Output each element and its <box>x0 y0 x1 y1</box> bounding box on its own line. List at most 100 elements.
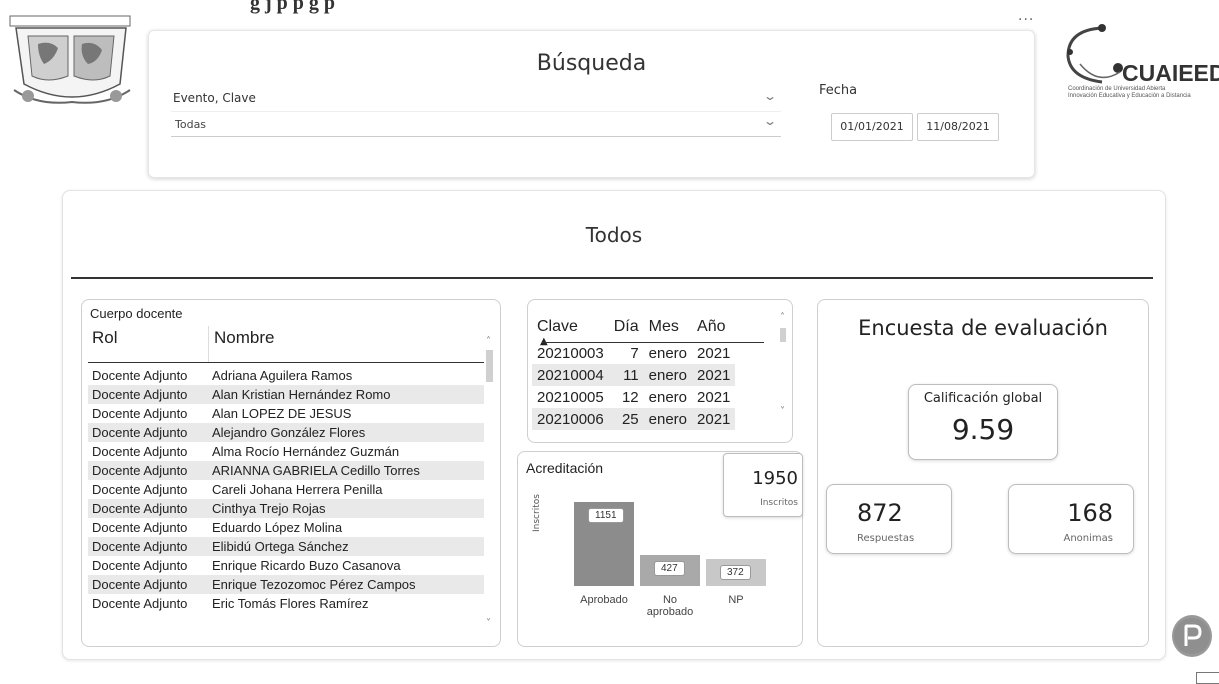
table-row[interactable]: Docente Adjunto Elibidú Ortega Sánchez <box>88 537 484 556</box>
more-options-icon[interactable]: ··· <box>1018 12 1034 28</box>
clave-col-header[interactable]: Día <box>608 312 644 342</box>
clave-header-rule <box>542 342 764 343</box>
col-rol[interactable]: Rol <box>92 328 118 348</box>
clave-cell: 12 <box>621 388 639 406</box>
docentes-table: Docente Adjunto Adriana Aguilera Ramos Doc… <box>88 366 484 613</box>
search-title: Búsqueda <box>536 51 647 76</box>
inscritos-box: 1950 Inscritos <box>723 453 803 517</box>
table-row[interactable]: Docente Adjunto Eduardo López Molina <box>88 518 484 537</box>
cell-rol: Docente Adjunto <box>88 575 208 594</box>
clave-cell: 20210006 <box>532 408 609 430</box>
clave-cell: 2021 <box>697 344 731 362</box>
y-axis-label: Inscritos <box>532 494 542 532</box>
corner-control[interactable] <box>1196 672 1219 684</box>
logo-line1: Coordinación de Universidad Abierta <box>1068 86 1166 92</box>
table-row[interactable]: Docente Adjunto Alan LOPEZ DE JESUS <box>88 404 484 423</box>
main-title: Todos <box>585 223 643 247</box>
encuesta-title: Encuesta de evaluación <box>858 316 1108 340</box>
clave-col-header[interactable]: Mes <box>643 312 693 342</box>
clave-cell: 20210005 <box>537 388 604 406</box>
table-row[interactable]: Docente Adjunto Alejandro González Flores <box>88 423 484 442</box>
fecha-label: Fecha <box>819 83 858 98</box>
cell-nombre: Enrique Tezozomoc Pérez Campos <box>208 575 484 594</box>
clave-cell: 7 <box>630 344 639 362</box>
cell-nombre: ARIANNA GABRIELA Cedillo Torres <box>208 461 484 480</box>
encuesta-card: Encuesta de evaluación Calificación glob… <box>817 299 1149 647</box>
cell-nombre: Adriana Aguilera Ramos <box>212 368 353 383</box>
scrollbar-thumb[interactable] <box>486 350 493 382</box>
table-row[interactable]: Docente Adjunto Alan Kristian Hernández R… <box>88 385 484 404</box>
x-tick-label: No aprobado <box>646 594 694 618</box>
scroll-up-icon[interactable]: ˄ <box>486 336 491 347</box>
clave-table-wrap: Clave Día Mes Año 20210003 7 enero 2021 2021000… <box>532 312 736 430</box>
table-row[interactable]: Docente Adjunto Alma Rocío Hernández Guzm… <box>88 442 484 461</box>
scroll-up-icon[interactable]: ˄ <box>780 312 785 323</box>
calificacion-value: 9.59 <box>951 413 1015 446</box>
acreditacion-title: Acreditación <box>526 460 604 476</box>
clave-col-header[interactable]: Año <box>692 312 736 342</box>
cell-nombre: Elibidú Ortega Sánchez <box>208 537 484 556</box>
divider <box>71 277 1153 279</box>
cell-rol: Docente Adjunto <box>92 482 188 497</box>
table-row[interactable]: Docente Adjunto Careli Johana Herrera Pen… <box>88 480 484 499</box>
cell-nombre: Careli Johana Herrera Penilla <box>212 482 383 497</box>
cell-nombre: Alan Kristian Hernández Romo <box>208 385 484 404</box>
table-row[interactable]: 20210004 11 enero 2021 <box>532 364 736 386</box>
respuestas-box: 872 Respuestas <box>826 484 952 554</box>
clave-cell: 25 <box>608 408 644 430</box>
clave-cell: 20210004 <box>532 364 609 386</box>
main-panel: Todos Cuerpo docente Rol Nombre Docente … <box>62 190 1166 660</box>
calificacion-label: Calificación global <box>923 391 1043 406</box>
fecha-end-input[interactable]: 11/08/2021 <box>917 113 999 141</box>
table-row[interactable]: Docente Adjunto Cinthya Trejo Rojas <box>88 499 484 518</box>
clave-cell: enero <box>648 388 688 406</box>
cuaieed-logo: CUAIEED Coordinación de Universidad Abie… <box>1062 20 1219 100</box>
cell-rol: Docente Adjunto <box>88 461 208 480</box>
table-row[interactable]: 20210005 12 enero 2021 <box>532 386 735 408</box>
clave-cell: enero <box>643 364 693 386</box>
cell-rol: Docente Adjunto <box>92 406 188 421</box>
scroll-down-icon[interactable]: ˅ <box>780 406 785 417</box>
header-rule <box>88 362 484 363</box>
clave-cell: enero <box>643 408 693 430</box>
cell-nombre: Eduardo López Molina <box>212 520 343 535</box>
table-row[interactable]: Docente Adjunto Adriana Aguilera Ramos <box>88 366 484 385</box>
logo-line2: Innovación Educativa y Educación a Dista… <box>1068 93 1191 99</box>
cell-rol: Docente Adjunto <box>92 558 188 573</box>
evento-select[interactable]: Todas ⌄ <box>171 111 781 137</box>
cell-rol: Docente Adjunto <box>88 499 208 518</box>
docentes-card: Cuerpo docente Rol Nombre Docente Adjunt… <box>81 299 501 647</box>
clave-table: Clave Día Mes Año 20210003 7 enero 2021 2021000… <box>532 312 736 430</box>
cell-nombre: Alma Rocío Hernández Guzmán <box>212 444 400 459</box>
cell-rol: Docente Adjunto <box>92 444 188 459</box>
table-row[interactable]: Docente Adjunto ARIANNA GABRIELA Cedillo … <box>88 461 484 480</box>
table-row[interactable]: 20210003 7 enero 2021 <box>532 342 735 364</box>
clave-cell: 11 <box>608 364 644 386</box>
col-nombre[interactable]: Nombre <box>214 328 274 348</box>
chevron-down-icon[interactable]: ⌄ <box>763 114 777 128</box>
table-row[interactable]: 20210006 25 enero 2021 <box>532 408 736 430</box>
respuestas-value: 872 <box>857 499 903 527</box>
chevron-down-icon[interactable]: ⌄ <box>763 89 777 103</box>
powerbi-icon[interactable] <box>1172 615 1212 657</box>
clave-cell: 2021 <box>692 408 736 430</box>
col-separator <box>208 326 209 362</box>
cell-nombre: Cinthya Trejo Rojas <box>208 499 484 518</box>
table-row[interactable]: Docente Adjunto Eric Tomás Flores Ramírez <box>88 594 484 613</box>
table-row[interactable]: Docente Adjunto Enrique Ricardo Buzo Casa… <box>88 556 484 575</box>
table-row[interactable]: Docente Adjunto Enrique Tezozomoc Pérez C… <box>88 575 484 594</box>
clave-card: Clave Día Mes Año 20210003 7 enero 2021 2021000… <box>527 299 793 443</box>
scrollbar-thumb[interactable] <box>780 328 786 342</box>
bar-value-label: 427 <box>654 561 685 576</box>
cell-nombre: Alan LOPEZ DE JESUS <box>212 406 352 421</box>
cell-rol: Docente Adjunto <box>88 385 208 404</box>
search-panel: Búsqueda Evento, Clave ⌄ Todas ⌄ Fecha 0… <box>148 30 1035 178</box>
cell-rol: Docente Adjunto <box>92 596 188 611</box>
evento-label: Evento, Clave <box>173 91 256 105</box>
clave-cell: 2021 <box>692 364 736 386</box>
fecha-start-input[interactable]: 01/01/2021 <box>831 113 913 141</box>
evento-value: Todas <box>175 118 207 131</box>
anonimas-value: 168 <box>1067 499 1113 527</box>
scroll-down-icon[interactable]: ˅ <box>486 618 491 629</box>
cell-rol: Docente Adjunto <box>88 537 208 556</box>
